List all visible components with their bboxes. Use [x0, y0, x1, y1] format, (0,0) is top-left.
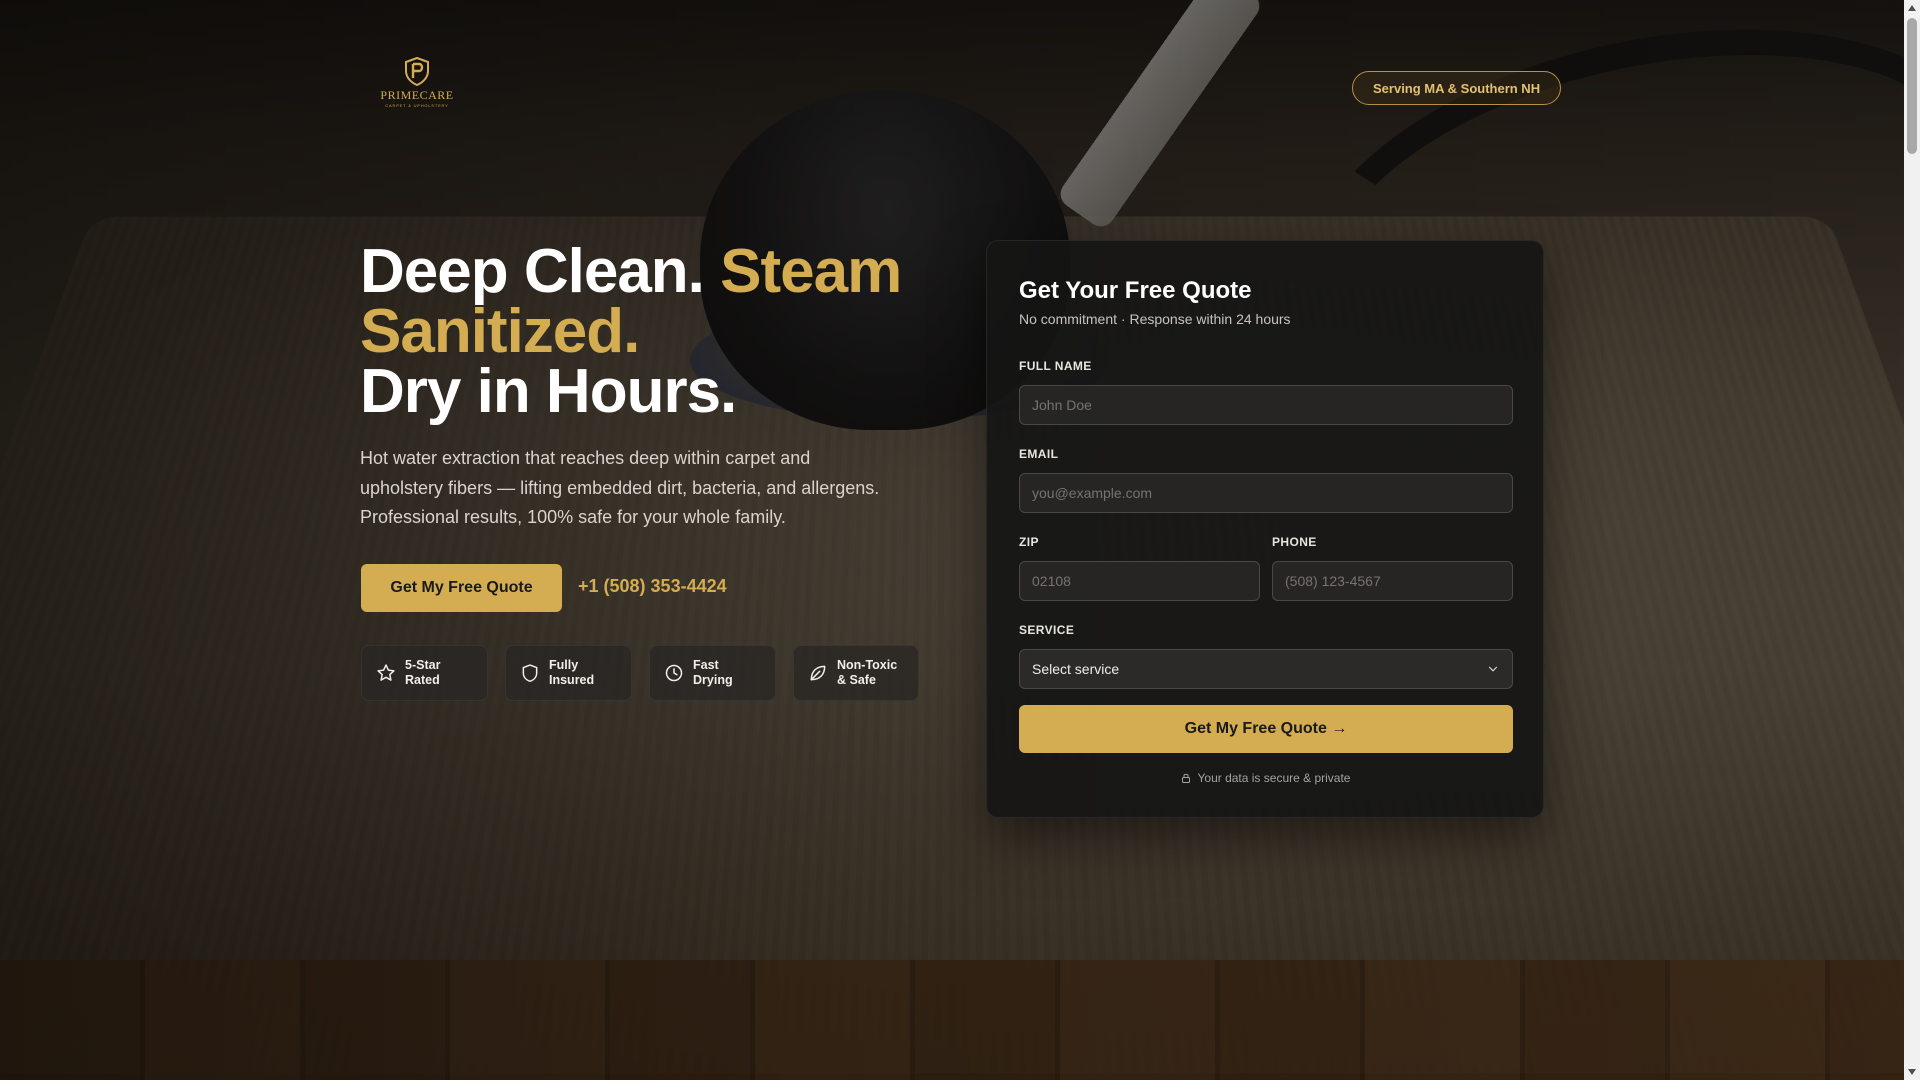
scrollbar-thumb[interactable]	[1907, 18, 1917, 154]
trust-badges: 5-Star Rated Fully Insured Fast Drying N…	[361, 645, 919, 701]
hero-description: Hot water extraction that reaches deep w…	[360, 448, 880, 527]
form-subtitle: No commitment · Response within 24 hours	[1019, 311, 1291, 327]
badge-label: 5-Star Rated	[405, 658, 441, 687]
get-quote-button[interactable]: Get My Free Quote	[361, 564, 562, 612]
star-icon	[377, 664, 395, 681]
service-label: SERVICE	[1019, 623, 1075, 637]
dark-overlay	[0, 0, 1920, 1080]
badge-5-star: 5-Star Rated	[361, 645, 488, 701]
secure-note-text: Your data is secure & private	[1197, 771, 1351, 785]
scroll-down-arrow-icon[interactable]	[1904, 1064, 1920, 1080]
brand-logo[interactable]: PRIMECARE CARPET & UPHOLSTERY	[380, 56, 454, 112]
leaf-icon	[810, 665, 826, 681]
lock-icon	[1181, 773, 1190, 783]
shield-icon	[522, 664, 538, 683]
form-title: Get Your Free Quote	[1019, 277, 1252, 304]
headline-part-2: Dry in Hours.	[360, 357, 737, 426]
quote-form-card: Get Your Free Quote No commitment · Resp…	[986, 240, 1544, 818]
hero-headline: Deep Clean. Steam Sanitized. Dry in Hour…	[360, 241, 960, 423]
email-input[interactable]	[1019, 473, 1513, 513]
chevron-down-icon	[1488, 666, 1498, 672]
phone-label: PHONE	[1272, 535, 1317, 549]
badge-insured: Fully Insured	[505, 645, 632, 701]
zip-input[interactable]	[1019, 561, 1260, 601]
email-label: EMAIL	[1019, 447, 1059, 461]
service-select[interactable]: Select service	[1019, 649, 1513, 689]
badge-fast-drying: Fast Drying	[649, 645, 776, 701]
full-name-label: FULL NAME	[1019, 359, 1092, 373]
shield-logo-icon	[405, 56, 429, 86]
secure-note: Your data is secure & private	[987, 771, 1543, 785]
badge-label: Fully Insured	[549, 658, 595, 687]
scroll-up-arrow-icon[interactable]	[1904, 0, 1920, 16]
zip-label: ZIP	[1019, 535, 1039, 549]
headline-part-1: Deep Clean.	[360, 237, 705, 306]
phone-input[interactable]	[1272, 561, 1513, 601]
phone-link[interactable]: +1 (508) 353-4424	[578, 576, 727, 597]
badge-label: Fast Drying	[693, 658, 733, 687]
service-area-badge: Serving MA & Southern NH	[1352, 71, 1562, 105]
badge-label: Non-Toxic & Safe	[837, 658, 898, 687]
page-scrollbar[interactable]	[1904, 0, 1920, 1080]
brand-name: PRIMECARE	[380, 88, 454, 102]
brand-tagline: CARPET & UPHOLSTERY	[385, 103, 449, 108]
full-name-input[interactable]	[1019, 385, 1513, 425]
clock-icon	[665, 664, 683, 682]
service-select-value: Select service	[1032, 661, 1120, 677]
badge-non-toxic: Non-Toxic & Safe	[793, 645, 919, 701]
submit-quote-button[interactable]: Get My Free Quote →	[1019, 705, 1513, 753]
